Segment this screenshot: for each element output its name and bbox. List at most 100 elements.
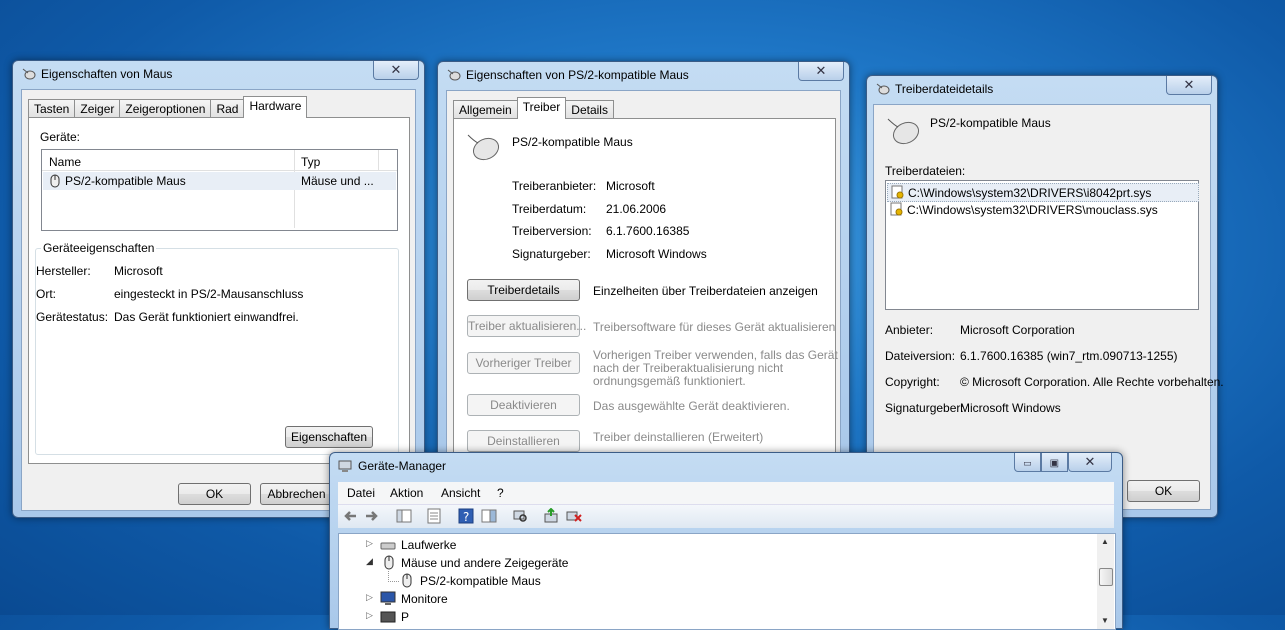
tree-label: P [401,610,410,624]
rollback-driver-desc-line1: Vorherigen Treiber verwenden, falls das … [593,348,838,362]
driver-files-label: Treiberdateien: [885,164,966,178]
manufacturer-value: Microsoft [114,264,163,278]
back-arrow-icon[interactable] [342,508,358,524]
signer-label: Signaturgeber: [885,401,964,415]
window-title: Eigenschaften von Maus [41,67,173,81]
tab-strip: Allgemein Treiber Details [453,97,614,119]
close-button[interactable]: ✕ [1166,76,1212,95]
update-driver-button[interactable]: Treiber aktualisieren... [467,315,586,337]
close-button[interactable]: ✕ [1067,453,1113,472]
tab-zeiger[interactable]: Zeiger [74,99,121,118]
scroll-down-icon[interactable]: ▼ [1101,616,1109,625]
close-icon: ✕ [815,63,827,78]
status-value: Das Gerät funktioniert einwandfrei. [114,310,299,324]
tab-zeigeroptionen[interactable]: Zeigeroptionen [119,99,212,118]
tree-item-monitore[interactable]: ▷ Monitore [339,591,1099,607]
rollback-driver-desc-line2: nach der Treiberaktualisierung nicht [593,361,784,375]
tree-item-laufwerke[interactable]: ▷ Laufwerke [339,537,1099,553]
properties-button[interactable]: Eigenschaften [285,426,373,448]
menu-datei[interactable]: Datei [347,486,375,500]
tab-hardware[interactable]: Hardware [243,96,308,118]
tree-item-partial[interactable]: ▷ P [339,609,1099,625]
device-icon [380,611,396,623]
update-driver-icon[interactable] [543,508,559,524]
certificate-file-icon [891,185,904,199]
hardware-panel: Geräte: Name Typ PS/2-kompatible Maus Mä… [28,117,410,464]
driver-details-button[interactable]: Treiberdetails [467,279,580,301]
expand-icon[interactable]: ▷ [366,610,373,621]
title-bar[interactable]: Eigenschaften von PS/2-kompatible Maus ✕ [438,62,849,90]
mouse-properties-window: Eigenschaften von Maus ✕ Tasten Zeiger Z… [12,60,425,518]
mouse-icon [467,134,500,161]
tab-treiber[interactable]: Treiber [516,97,567,119]
title-bar[interactable]: Eigenschaften von Maus ✕ [13,61,424,89]
manufacturer-label: Hersteller: [36,264,91,278]
table-row[interactable]: PS/2-kompatible Maus Mäuse und ... [43,172,396,190]
tab-details[interactable]: Details [565,100,614,119]
tab-rad[interactable]: Rad [210,99,245,118]
date-label: Treiberdatum: [512,202,587,216]
menu-aktion[interactable]: Aktion [390,486,423,500]
dialog-body: Allgemein Treiber Details PS/2-kompatibl… [446,90,841,465]
column-header-name[interactable]: Name [49,155,81,169]
device-properties-group: Geräteeigenschaften Hersteller: Microsof… [35,241,399,455]
list-item[interactable]: C:\Windows\system32\DRIVERS\mouclass.sys [887,201,1197,218]
ok-button[interactable]: OK [1127,480,1200,502]
provider-label: Anbieter: [885,323,934,337]
tab-allgemein[interactable]: Allgemein [453,100,518,119]
tree-label: PS/2-kompatible Maus [420,574,541,588]
file-path: C:\Windows\system32\DRIVERS\i8042prt.sys [908,186,1152,200]
device-list[interactable]: Name Typ PS/2-kompatible Maus Mäuse und … [41,149,398,231]
show-hide-console-icon[interactable] [396,508,412,524]
tab-tasten[interactable]: Tasten [28,99,76,118]
title-bar[interactable]: Geräte-Manager ▭ ▣ ✕ [330,453,1122,481]
scan-hardware-icon[interactable] [512,508,528,524]
driver-files-list[interactable]: C:\Windows\system32\DRIVERS\i8042prt.sys… [885,180,1199,310]
uninstall-device-icon[interactable] [566,508,582,524]
expand-icon[interactable]: ▷ [366,538,373,549]
scroll-thumb[interactable] [1099,568,1113,586]
disable-desc: Das ausgewählte Gerät deaktivieren. [593,399,790,413]
driver-details-desc: Einzelheiten über Treiberdateien anzeige… [593,284,818,298]
ok-button[interactable]: OK [178,483,251,505]
mouse-icon [384,555,394,570]
cancel-button[interactable]: Abbrechen [260,483,333,505]
action-pane-icon[interactable] [481,508,497,524]
rollback-driver-desc-line3: ordnungsgemäß funktioniert. [593,374,746,388]
dialog-body: PS/2-kompatible Maus Treiberdateien: C:\… [873,104,1224,510]
uninstall-button[interactable]: Deinstallieren [467,430,580,452]
scroll-up-icon[interactable]: ▲ [1101,537,1109,546]
column-header-type[interactable]: Typ [301,155,320,169]
device-manager-window: Geräte-Manager ▭ ▣ ✕ Datei Aktion Ansich… [329,452,1123,630]
computer-icon [338,460,352,472]
signer-value: Microsoft Windows [960,401,1061,415]
tree-item-ps2-mouse[interactable]: PS/2-kompatible Maus [339,571,1099,589]
menu-ansicht[interactable]: Ansicht [441,486,480,500]
forward-arrow-icon[interactable] [364,508,380,524]
maximize-button[interactable]: ▣ [1040,453,1068,472]
mouse-icon [887,118,920,145]
device-tree[interactable]: ▷ Laufwerke ◢ Mäuse und andere Zeigegerä… [338,533,1116,630]
help-icon[interactable]: ? [458,508,474,524]
title-bar[interactable]: Treiberdateidetails ✕ [867,76,1217,104]
tree-item-mice[interactable]: ◢ Mäuse und andere Zeigegeräte [339,555,1099,571]
rollback-driver-button[interactable]: Vorheriger Treiber [467,352,580,374]
uninstall-desc: Treiber deinstallieren (Erweitert) [593,430,764,444]
version-label: Treiberversion: [512,224,592,238]
tree-label: Monitore [401,592,448,606]
close-button[interactable]: ✕ [798,62,844,81]
menu-help[interactable]: ? [497,486,504,500]
minimize-button[interactable]: ▭ [1014,453,1041,472]
disable-button[interactable]: Deaktivieren [467,394,580,416]
update-driver-desc: Treibersoftware für dieses Gerät aktuali… [593,320,836,334]
list-item[interactable]: C:\Windows\system32\DRIVERS\i8042prt.sys [887,183,1199,202]
collapse-icon[interactable]: ◢ [366,556,373,567]
properties-sheet-icon[interactable] [426,508,442,524]
provider-value: Microsoft [606,179,655,193]
date-value: 21.06.2006 [606,202,667,216]
expand-icon[interactable]: ▷ [366,592,373,603]
menu-bar: Datei Aktion Ansicht ? [338,482,1114,505]
close-icon: ✕ [390,62,402,77]
close-button[interactable]: ✕ [373,61,419,80]
version-value: 6.1.7600.16385 [606,224,690,238]
